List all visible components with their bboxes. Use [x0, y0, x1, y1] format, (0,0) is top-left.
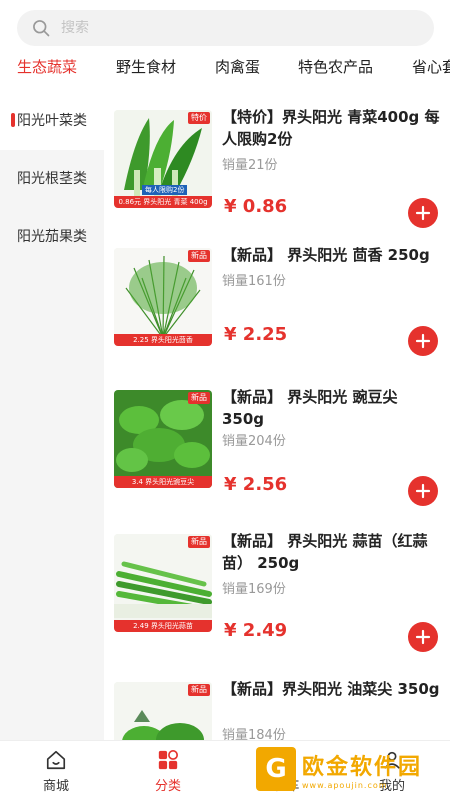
- tab-home[interactable]: 商城: [0, 749, 112, 794]
- tab-bundles[interactable]: 省心套: [412, 56, 450, 77]
- pea-shoot-icon: [114, 390, 212, 488]
- search-icon: [33, 20, 50, 37]
- product-price: ¥ 2.56: [224, 474, 288, 495]
- tab-special-produce[interactable]: 特色农产品: [298, 56, 373, 77]
- sidebar-item-leafy[interactable]: 阳光叶菜类: [0, 90, 104, 150]
- new-badge: 新品: [188, 392, 210, 404]
- garlic-sprout-icon: [114, 534, 212, 632]
- fennel-icon: [114, 248, 212, 346]
- plus-icon: [415, 333, 431, 349]
- sales-count: 销量161份: [222, 274, 286, 289]
- tab-meat-eggs[interactable]: 肉禽蛋: [215, 56, 260, 77]
- list-item[interactable]: 新品 2.49 界头阳光蒜苗 【新品】 界头阳光 蒜苗（红蒜苗） 250g 销量…: [104, 514, 450, 659]
- product-image[interactable]: 新品 2.49 界头阳光蒜苗: [114, 534, 212, 632]
- plus-icon: [415, 483, 431, 499]
- product-title[interactable]: 【新品】 界头阳光 豌豆尖 350g: [222, 386, 442, 430]
- watermark-title: 欧金软件园: [302, 754, 423, 780]
- list-item[interactable]: 新品 3.4 界头阳光豌豆尖 【新品】 界头阳光 豌豆尖 350g 销量204份…: [104, 370, 450, 515]
- product-title[interactable]: 【新品】界头阳光 油菜尖 350g: [222, 678, 442, 700]
- product-image[interactable]: 新品 3.4 界头阳光豌豆尖: [114, 390, 212, 488]
- new-badge: 新品: [188, 684, 210, 696]
- product-price: ¥ 0.86: [224, 196, 288, 217]
- product-image[interactable]: 新品 2.25 界头阳光茴香: [114, 248, 212, 346]
- promo-strip: 3.4 界头阳光豌豆尖: [114, 476, 212, 488]
- list-item[interactable]: 新品 2.25 界头阳光茴香 【新品】 界头阳光 茴香 250g 销量161份 …: [104, 228, 450, 373]
- new-badge: 新品: [188, 250, 210, 262]
- add-to-cart-button[interactable]: [408, 198, 438, 228]
- new-badge: 新品: [188, 536, 210, 548]
- category-tabs: 生态蔬菜 野生食材 肉禽蛋 特色农产品 省心套: [0, 56, 450, 86]
- special-badge: 特价: [188, 112, 210, 124]
- tab-label: 商城: [42, 779, 69, 794]
- home-icon: [46, 750, 66, 770]
- watermark: G 欧金软件园 www.apoujin.com: [256, 746, 442, 792]
- add-to-cart-button[interactable]: [408, 476, 438, 506]
- plus-icon: [415, 629, 431, 645]
- sidebar-item-label: 阳光茄果类: [17, 229, 87, 245]
- watermark-logo-icon: G: [256, 747, 296, 791]
- product-price: ¥ 2.49: [224, 620, 288, 641]
- product-title[interactable]: 【新品】 界头阳光 蒜苗（红蒜苗） 250g: [222, 530, 442, 574]
- watermark-url: www.apoujin.com: [302, 780, 388, 790]
- sales-count: 销量184份: [222, 728, 286, 740]
- tab-label: 分类: [154, 779, 181, 794]
- promo-strip: 2.25 界头阳光茴香: [114, 334, 212, 346]
- limit-tag: 每人限购2份: [142, 185, 188, 195]
- sales-count: 销量204份: [222, 434, 286, 449]
- tab-eco-vegetables[interactable]: 生态蔬菜: [17, 56, 77, 77]
- tab-category[interactable]: 分类: [112, 749, 224, 794]
- add-to-cart-button[interactable]: [408, 622, 438, 652]
- search-input[interactable]: [61, 20, 401, 36]
- tab-wild-food[interactable]: 野生食材: [116, 56, 176, 77]
- add-to-cart-button[interactable]: [408, 326, 438, 356]
- search-bar[interactable]: [17, 10, 434, 46]
- sidebar-item-root[interactable]: 阳光根茎类: [0, 148, 104, 208]
- list-item[interactable]: 特价 每人限购2份 0.86元 界头阳光 青菜 400g 【特价】界头阳光 青菜…: [104, 90, 450, 235]
- promo-strip: 0.86元 界头阳光 青菜 400g: [114, 196, 212, 208]
- plus-icon: [415, 205, 431, 221]
- product-price: ¥ 2.25: [224, 324, 288, 345]
- product-image[interactable]: 新品: [114, 682, 212, 740]
- sales-count: 销量21份: [222, 158, 278, 173]
- product-title[interactable]: 【新品】 界头阳光 茴香 250g: [222, 244, 442, 266]
- subcategory-sidebar: 阳光叶菜类 阳光根茎类 阳光茄果类: [0, 90, 104, 740]
- promo-strip: 2.49 界头阳光蒜苗: [114, 620, 212, 632]
- sidebar-item-label: 阳光叶菜类: [17, 113, 87, 129]
- sidebar-item-fruit-veg[interactable]: 阳光茄果类: [0, 206, 104, 266]
- category-icon: [158, 750, 178, 770]
- product-image[interactable]: 特价 每人限购2份 0.86元 界头阳光 青菜 400g: [114, 110, 212, 208]
- list-item[interactable]: 新品 【新品】界头阳光 油菜尖 350g 销量184份: [104, 662, 450, 740]
- product-list: 特价 每人限购2份 0.86元 界头阳光 青菜 400g 【特价】界头阳光 青菜…: [104, 90, 450, 740]
- sidebar-item-label: 阳光根茎类: [17, 171, 87, 187]
- sales-count: 销量169份: [222, 582, 286, 597]
- product-title[interactable]: 【特价】界头阳光 青菜400g 每人限购2份: [222, 106, 442, 150]
